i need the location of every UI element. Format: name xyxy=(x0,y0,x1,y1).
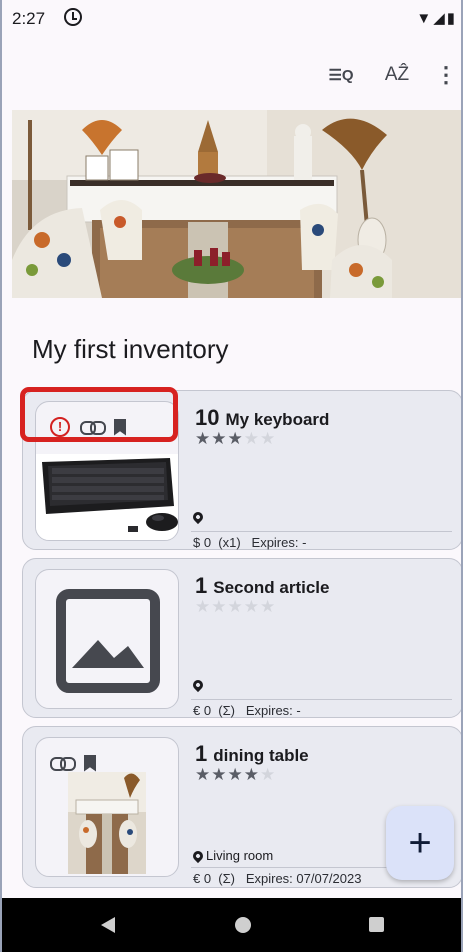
star-empty-icon: ★ xyxy=(243,429,260,448)
star-empty-icon: ★ xyxy=(195,597,212,616)
item-card[interactable]: ! 10 My keyboard ★★★★★ $ 0 (x1) Expires:… xyxy=(22,390,463,550)
inventory-header-image xyxy=(12,110,463,298)
item-location xyxy=(190,677,206,693)
placeholder-image-icon xyxy=(56,589,160,693)
item-name: Second article xyxy=(213,578,330,597)
keyboard-photo xyxy=(36,454,178,540)
item-title: 1 dining table xyxy=(195,741,309,767)
item-rating: ★★★★★ xyxy=(195,765,276,785)
top-app-bar: ☰Q AẐ ⋮ xyxy=(0,48,463,104)
item-meta: € 0 (Σ) Expires: 07/07/2023 xyxy=(193,871,362,886)
back-icon[interactable] xyxy=(101,917,115,933)
item-name: dining table xyxy=(213,746,309,765)
status-bar: 2:27 ▼◢▮ xyxy=(0,0,463,40)
star-empty-icon: ★ xyxy=(243,597,260,616)
location-pin-icon xyxy=(190,848,206,863)
recents-icon[interactable] xyxy=(369,917,384,932)
star-filled-icon: ★ xyxy=(211,765,228,784)
item-meta: $ 0 (x1) Expires: - xyxy=(193,535,307,550)
item-thumbnail xyxy=(35,737,179,877)
more-options-icon[interactable]: ⋮ xyxy=(435,60,457,90)
item-quantity: 1 xyxy=(195,573,208,598)
item-location xyxy=(190,509,206,525)
status-time: 2:27 xyxy=(12,9,46,28)
star-empty-icon: ★ xyxy=(227,597,244,616)
item-card[interactable]: 1 Second article ★★★★★ € 0 (Σ) Expires: … xyxy=(22,558,463,718)
item-name: My keyboard xyxy=(225,410,330,429)
signal-battery-icons: ▼◢▮ xyxy=(416,10,457,27)
item-location: Living room xyxy=(190,848,274,863)
star-filled-icon: ★ xyxy=(227,429,244,448)
system-navigation-bar xyxy=(0,898,463,952)
location-pin-icon xyxy=(190,677,206,693)
dining-room-photo xyxy=(68,772,146,874)
inventory-title: My first inventory xyxy=(32,334,229,364)
divider xyxy=(191,699,452,700)
location-pin-icon xyxy=(190,509,206,525)
add-item-button[interactable]: + xyxy=(386,806,454,880)
star-filled-icon: ★ xyxy=(211,429,228,448)
item-title: 1 Second article xyxy=(195,573,329,599)
filter-search-icon[interactable]: ☰Q xyxy=(326,60,356,90)
item-thumbnail xyxy=(35,569,179,709)
divider xyxy=(191,531,452,532)
home-icon[interactable] xyxy=(235,917,251,933)
item-rating: ★★★★★ xyxy=(195,429,276,449)
star-filled-icon: ★ xyxy=(195,765,212,784)
star-empty-icon: ★ xyxy=(260,597,277,616)
item-title: 10 My keyboard xyxy=(195,405,329,431)
location-label: Living room xyxy=(206,848,274,863)
star-empty-icon: ★ xyxy=(211,597,228,616)
item-quantity: 10 xyxy=(195,405,220,430)
sort-icon[interactable]: AẐ xyxy=(380,60,414,90)
item-quantity: 1 xyxy=(195,741,208,766)
star-empty-icon: ★ xyxy=(260,429,277,448)
star-filled-icon: ★ xyxy=(243,765,260,784)
star-filled-icon: ★ xyxy=(227,765,244,784)
star-filled-icon: ★ xyxy=(195,429,212,448)
star-empty-icon: ★ xyxy=(260,765,277,784)
item-rating: ★★★★★ xyxy=(195,597,276,617)
alarm-icon xyxy=(64,8,82,26)
item-thumbnail: ! xyxy=(35,401,179,541)
item-meta: € 0 (Σ) Expires: - xyxy=(193,703,301,718)
